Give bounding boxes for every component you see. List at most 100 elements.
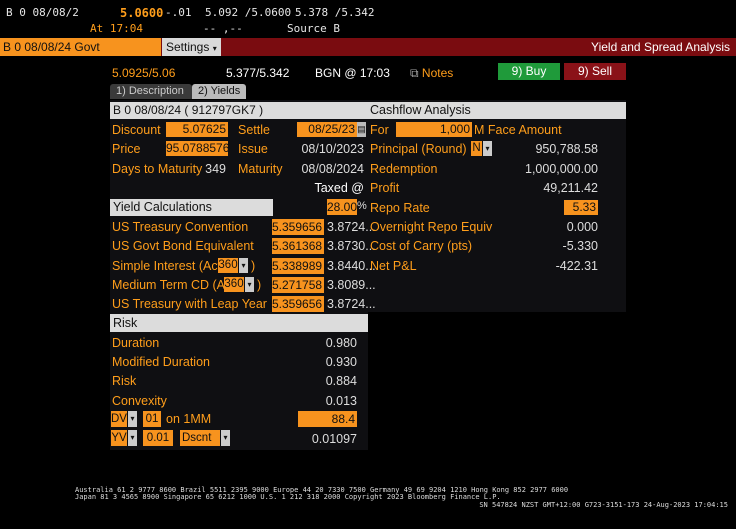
dtm-label: Days to Maturity bbox=[112, 162, 203, 176]
cashflow-header: Cashflow Analysis bbox=[368, 102, 626, 119]
notes-label: Notes bbox=[421, 66, 454, 80]
footer-session: SN 547824 NZST GMT+12:00 G723-3151-173 2… bbox=[479, 501, 728, 509]
yield-value[interactable]: 5.359656 bbox=[272, 296, 324, 312]
yv-amount-input[interactable]: 0.01 bbox=[143, 430, 173, 446]
cashflow-label: Redemption bbox=[370, 162, 438, 176]
yield-taxed: 3.8440... bbox=[327, 259, 376, 273]
round-dropdown[interactable]: N bbox=[471, 141, 482, 156]
cashflow-label: Cost of Carry (pts) bbox=[370, 239, 473, 253]
risk-header: Risk bbox=[110, 314, 368, 332]
face-amount-label: M Face Amount bbox=[474, 123, 562, 137]
issue-label: Issue bbox=[238, 142, 268, 156]
quote-yield: 5.0925/5.06 bbox=[112, 66, 176, 80]
yv-value: 0.01097 bbox=[311, 432, 357, 446]
cashflow-value: -5.330 bbox=[562, 239, 598, 253]
yield-value[interactable]: 5.359656 bbox=[272, 219, 324, 235]
yield-taxed: 3.8730... bbox=[327, 239, 376, 253]
yield-label-suffix: ) bbox=[257, 278, 262, 292]
maturity-label: Maturity bbox=[238, 162, 283, 176]
cashflow-label: Profit bbox=[370, 181, 400, 195]
ticker-change: -.01 bbox=[165, 6, 192, 19]
sell-button[interactable]: 9) Sell bbox=[564, 63, 626, 80]
maturity-value: 08/08/2024 bbox=[301, 162, 364, 176]
dv-value[interactable]: 88.4 bbox=[298, 411, 357, 427]
for-label: For bbox=[370, 123, 389, 137]
settings-menu[interactable]: Settings ▾ bbox=[162, 38, 221, 56]
cashflow-label: Principal (Round) bbox=[370, 142, 467, 156]
tab-yields[interactable]: 2) Yields bbox=[192, 84, 246, 99]
yield-taxed: 3.8089... bbox=[327, 278, 376, 292]
ticker-time: At 17:04 bbox=[90, 22, 143, 35]
risk-value: 0.884 bbox=[325, 374, 357, 388]
settle-label: Settle bbox=[238, 123, 270, 137]
ticker-bid-ask: 5.092 /5.0600 bbox=[205, 6, 292, 19]
settle-input[interactable]: 08/25/23 bbox=[297, 122, 357, 137]
cashflow-value: 0.000 bbox=[566, 220, 598, 234]
calendar-icon[interactable]: ▤ bbox=[357, 122, 366, 137]
chevron-down-icon[interactable]: ▾ bbox=[239, 258, 248, 273]
yield-label: Medium Term CD (Act/ bbox=[112, 278, 239, 292]
notes-button[interactable]: ⧉ Notes bbox=[410, 66, 453, 81]
cashflow-value: 49,211.42 bbox=[543, 181, 598, 195]
ticker-last-price: 5.0600 bbox=[120, 6, 164, 20]
yv-type-dropdown[interactable]: Dscnt bbox=[180, 430, 220, 446]
yield-label: US Treasury with Leap Year bbox=[112, 297, 267, 311]
footer-line: Japan 81 3 4565 8900 Singapore 65 6212 1… bbox=[75, 493, 501, 501]
quote-source-time: BGN @ 17:03 bbox=[315, 66, 390, 80]
ticker-security: B 0 08/08/2 bbox=[6, 6, 79, 19]
yield-label: US Treasury Convention bbox=[112, 220, 249, 234]
cashflow-value: -422.31 bbox=[555, 259, 598, 273]
cashflow-label: Net P&L bbox=[370, 259, 417, 273]
screen-title: Yield and Spread Analysis bbox=[591, 40, 730, 54]
tab-description[interactable]: 1) Description bbox=[110, 84, 192, 99]
day-count-dropdown[interactable]: 360 bbox=[218, 258, 238, 273]
chevron-down-icon[interactable]: ▾ bbox=[483, 141, 492, 156]
yield-value[interactable]: 5.271758 bbox=[272, 277, 324, 293]
dv-on-label: on 1MM bbox=[166, 412, 212, 426]
taxed-rate-input[interactable]: 28.00 bbox=[327, 199, 357, 215]
cashflow-label: Overnight Repo Equiv bbox=[370, 220, 493, 234]
cashflow-value: 950,788.58 bbox=[535, 142, 598, 156]
cashflow-value: 1,000,000.00 bbox=[525, 162, 598, 176]
risk-value: 0.013 bbox=[325, 394, 357, 408]
cashflow-label: Repo Rate bbox=[370, 201, 430, 215]
buy-button[interactable]: 9) Buy bbox=[498, 63, 560, 80]
chevron-down-icon[interactable]: ▾ bbox=[245, 277, 254, 292]
risk-label: Duration bbox=[112, 336, 160, 350]
day-count-dropdown[interactable]: 360 bbox=[224, 277, 244, 292]
discount-label: Discount bbox=[112, 123, 161, 137]
repo-rate-input[interactable]: 5.33 bbox=[564, 200, 598, 215]
dv-amount-input[interactable]: 01 bbox=[143, 411, 161, 427]
price-input[interactable]: 95.0788576 bbox=[166, 141, 229, 156]
risk-label: Risk bbox=[112, 374, 137, 388]
chevron-down-icon[interactable]: ▾ bbox=[128, 430, 137, 446]
note-icon: ⧉ bbox=[410, 66, 419, 80]
risk-value: 0.930 bbox=[325, 355, 357, 369]
yield-calc-header: Yield Calculations bbox=[110, 199, 273, 216]
yield-value[interactable]: 5.361368 bbox=[272, 238, 324, 254]
taxed-label: Taxed @ bbox=[314, 181, 364, 195]
ticker-source: Source B bbox=[287, 22, 340, 35]
dtm-value: 349 bbox=[205, 162, 226, 176]
chevron-down-icon: ▾ bbox=[212, 44, 217, 53]
chevron-down-icon[interactable]: ▾ bbox=[221, 430, 230, 446]
price-label: Price bbox=[112, 142, 141, 156]
dv-dropdown[interactable]: DV bbox=[111, 411, 127, 427]
risk-label: Convexity bbox=[112, 394, 167, 408]
ticker-hi-lo: 5.378 /5.342 bbox=[295, 6, 375, 19]
risk-value: 0.980 bbox=[325, 336, 357, 350]
risk-label: Modified Duration bbox=[112, 355, 210, 369]
face-amount-input[interactable]: 1,000 bbox=[396, 122, 472, 137]
yield-value[interactable]: 5.338989 bbox=[272, 258, 324, 274]
issue-value: 08/10/2023 bbox=[301, 142, 364, 156]
footer-contacts: Australia 61 2 9777 8600 Brazil 5511 239… bbox=[75, 487, 568, 501]
yield-label-suffix: ) bbox=[251, 259, 256, 273]
security-field[interactable]: B 0 08/08/24 Govt bbox=[0, 38, 161, 56]
discount-input[interactable]: 5.07625 bbox=[166, 122, 228, 137]
security-header: B 0 08/08/24 ( 912797GK7 ) bbox=[110, 102, 369, 119]
chevron-down-icon[interactable]: ▾ bbox=[128, 411, 137, 427]
ticker-dash-field: -- ,-- bbox=[203, 22, 243, 35]
yield-label: US Govt Bond Equivalent bbox=[112, 239, 254, 253]
quote-price: 5.377/5.342 bbox=[226, 66, 290, 80]
yv-dropdown[interactable]: YV bbox=[111, 430, 127, 446]
